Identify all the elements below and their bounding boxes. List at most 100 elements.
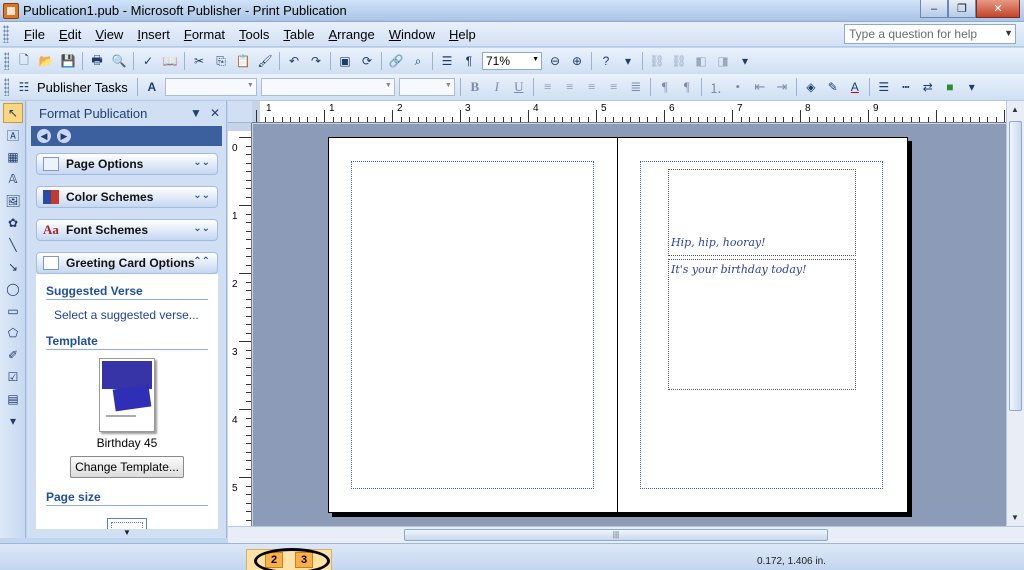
font-color-icon[interactable]: A: [845, 77, 865, 97]
form-control-icon[interactable]: ☑: [3, 367, 23, 387]
save-icon[interactable]: 💾: [58, 51, 78, 71]
maximize-button[interactable]: ❐: [948, 0, 976, 18]
select-verse-link[interactable]: Select a suggested verse...: [54, 308, 208, 322]
select-objects-icon[interactable]: ↖: [3, 103, 23, 123]
redo-icon[interactable]: ↷: [306, 51, 326, 71]
fill-color-icon[interactable]: ◈: [801, 77, 821, 97]
shadow-style-icon[interactable]: ■: [940, 77, 960, 97]
menu-window[interactable]: Window: [382, 27, 442, 42]
rotate-icon[interactable]: ⟳: [357, 51, 377, 71]
insert-table-icon[interactable]: ▦: [3, 147, 23, 167]
help-icon[interactable]: ?: [596, 51, 616, 71]
section-greeting-card-options[interactable]: Greeting Card Options ⌃⌃: [36, 252, 218, 274]
toolbar-grip[interactable]: [4, 52, 9, 70]
search-icon[interactable]: ⌕: [408, 51, 428, 71]
bullets-icon[interactable]: •: [728, 77, 748, 97]
bold-icon[interactable]: B: [465, 77, 485, 97]
new-icon[interactable]: 🗋: [14, 51, 34, 71]
align-left-icon[interactable]: ≡: [538, 77, 558, 97]
format-painter-icon[interactable]: 🖌: [255, 51, 275, 71]
italic-icon[interactable]: I: [487, 77, 507, 97]
horizontal-scroll-thumb[interactable]: |||: [404, 529, 828, 541]
research-icon[interactable]: 📖: [160, 51, 180, 71]
underline-icon[interactable]: U: [509, 77, 529, 97]
open-icon[interactable]: 📂: [36, 51, 56, 71]
chevron-down-icon[interactable]: ⌄⌄: [193, 157, 210, 168]
print-preview-icon[interactable]: 🔍: [109, 51, 129, 71]
toolbar-options-icon[interactable]: ▾: [3, 411, 23, 431]
publisher-tasks-button[interactable]: Publisher Tasks: [37, 80, 128, 95]
ruler-corner[interactable]: [228, 101, 252, 123]
align-center-icon[interactable]: ≡: [560, 77, 580, 97]
special-characters-icon[interactable]: ¶: [459, 51, 479, 71]
columns-icon[interactable]: ☰: [437, 51, 457, 71]
menu-edit[interactable]: Edit: [52, 27, 88, 42]
menu-arrange[interactable]: Arrange: [321, 27, 381, 42]
vertical-scrollbar[interactable]: ▲ ▼: [1006, 101, 1024, 526]
pane-close-icon[interactable]: ✕: [210, 106, 220, 120]
forward-icon[interactable]: ▶: [57, 129, 71, 143]
undo-icon[interactable]: ↶: [284, 51, 304, 71]
section-font-schemes[interactable]: Aa Font Schemes ⌄⌄: [36, 219, 218, 241]
publisher-app-icon[interactable]: [3, 2, 19, 19]
decrease-indent-icon[interactable]: ⇤: [750, 77, 770, 97]
menu-file[interactable]: File: [17, 27, 52, 42]
menu-tools[interactable]: Tools: [232, 27, 276, 42]
hyperlink-icon[interactable]: 🔗: [386, 51, 406, 71]
design-gallery-icon[interactable]: ▤: [3, 389, 23, 409]
chevron-down-icon[interactable]: ⌄⌄: [193, 223, 210, 234]
text-box-icon[interactable]: 🄰: [3, 125, 23, 145]
template-thumbnail[interactable]: [99, 358, 155, 432]
minimize-button[interactable]: ‒: [920, 0, 948, 18]
verse-body-textbox[interactable]: It's your birthday today!: [668, 259, 856, 390]
numbering-icon[interactable]: ⒈: [706, 77, 726, 97]
horizontal-scrollbar[interactable]: |||: [228, 526, 1024, 543]
zoom-select[interactable]: 71%: [482, 52, 542, 70]
arrow-style-icon[interactable]: ⇄: [918, 77, 938, 97]
line-color-icon[interactable]: ✎: [823, 77, 843, 97]
back-icon[interactable]: ◀: [37, 129, 51, 143]
increase-indent-icon[interactable]: ⇥: [772, 77, 792, 97]
print-icon[interactable]: 🖶: [87, 51, 107, 71]
zoom-out-icon[interactable]: ⊖: [545, 51, 565, 71]
toolbar-grip[interactable]: [4, 78, 9, 96]
wordart-icon[interactable]: 𝔸: [3, 169, 23, 189]
cut-icon[interactable]: ✂: [189, 51, 209, 71]
bring-to-front-icon[interactable]: ▣: [335, 51, 355, 71]
arrow-icon[interactable]: ↘: [3, 257, 23, 277]
chevron-up-icon[interactable]: ⌃⌃: [193, 256, 210, 267]
copy-icon[interactable]: ⎘: [211, 51, 231, 71]
scroll-up-icon[interactable]: ▲: [1011, 105, 1019, 114]
menu-view[interactable]: View: [88, 27, 130, 42]
horizontal-ruler[interactable]: 1 1 2 3 4 5 6 7 8 9: [252, 101, 1006, 123]
style-select[interactable]: [164, 78, 257, 96]
page-spread[interactable]: Hip, hip, hooray! It's your birthday tod…: [328, 137, 908, 513]
pane-scroll-down-icon[interactable]: ▼: [32, 528, 222, 538]
clip-art-icon[interactable]: ✿: [3, 213, 23, 233]
chevron-down-icon[interactable]: ⌄⌄: [193, 190, 210, 201]
close-button[interactable]: ✕: [976, 0, 1020, 18]
hot-spot-icon[interactable]: ✐: [3, 345, 23, 365]
zoom-in-icon[interactable]: ⊕: [567, 51, 587, 71]
menu-insert[interactable]: Insert: [130, 27, 177, 42]
help-dropdown-icon[interactable]: ▼: [1004, 28, 1013, 38]
oval-icon[interactable]: ◯: [3, 279, 23, 299]
font-size-select[interactable]: [398, 78, 455, 96]
spelling-icon[interactable]: ✓: [138, 51, 158, 71]
pane-menu-icon[interactable]: ▼: [190, 106, 202, 120]
rtl-icon[interactable]: ¶: [677, 77, 697, 97]
menu-help[interactable]: Help: [442, 27, 483, 42]
menu-table[interactable]: Table: [276, 27, 321, 42]
help-search-input[interactable]: Type a question for help ▼: [844, 24, 1016, 44]
section-page-options[interactable]: Page Options ⌄⌄: [36, 153, 218, 175]
vertical-ruler[interactable]: 0 1 2 3 4 5: [228, 123, 252, 526]
align-right-icon[interactable]: ≡: [582, 77, 602, 97]
font-select[interactable]: [260, 78, 395, 96]
menu-format[interactable]: Format: [177, 27, 232, 42]
ltr-icon[interactable]: ¶: [655, 77, 675, 97]
paste-icon[interactable]: 📋: [233, 51, 253, 71]
verse-heading-textbox[interactable]: Hip, hip, hooray!: [668, 169, 856, 256]
dash-style-icon[interactable]: ┅: [896, 77, 916, 97]
document-workspace[interactable]: Hip, hip, hooray! It's your birthday tod…: [253, 124, 1006, 526]
toolbar-options-icon[interactable]: ▾: [618, 51, 638, 71]
